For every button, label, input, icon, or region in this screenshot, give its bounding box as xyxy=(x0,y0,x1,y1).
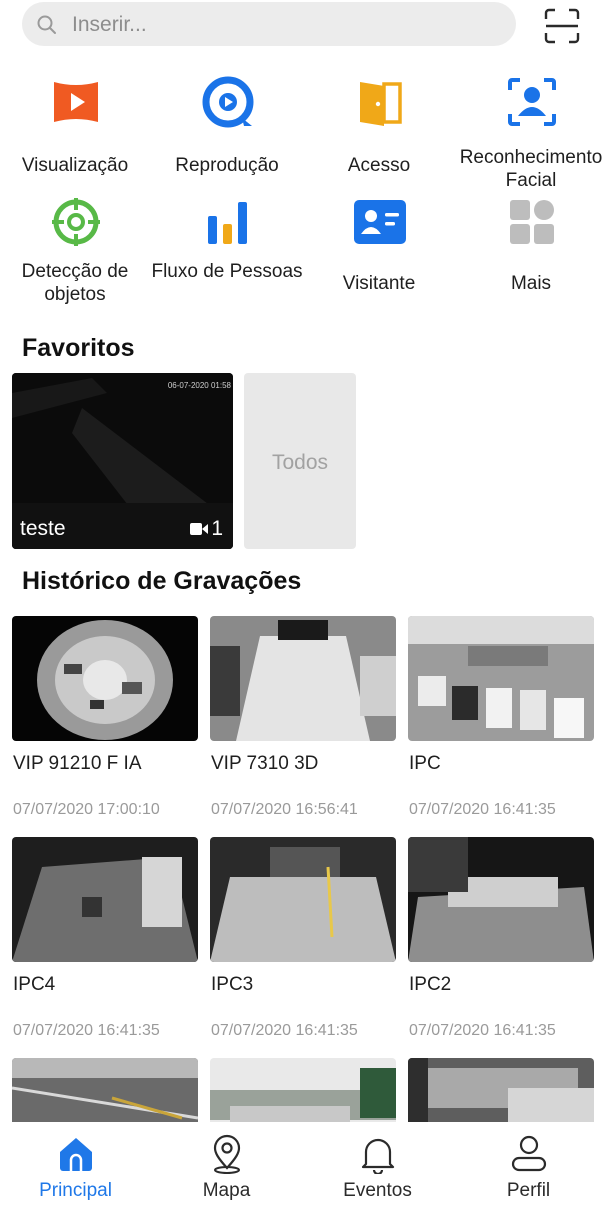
shortcut-label: Reconhecimento Facial xyxy=(459,147,603,191)
shortcut-mais[interactable]: Mais xyxy=(456,196,606,306)
shortcut-visualizacao[interactable]: Visualização xyxy=(0,76,150,186)
recording-thumbnail xyxy=(12,1058,198,1122)
shortcut-label: Mais xyxy=(510,273,552,294)
search-row xyxy=(0,0,606,52)
visitor-card-icon xyxy=(354,200,406,244)
recording-title: IPC3 xyxy=(211,974,254,995)
tab-label: Eventos xyxy=(343,1180,412,1201)
tab-label: Perfil xyxy=(506,1180,551,1201)
recording-item[interactable]: VIP 91210 F IA 07/07/2020 17:00:10 xyxy=(12,616,198,826)
recording-thumbnail xyxy=(408,837,594,962)
shortcut-deteccao[interactable]: Detecção de objetos xyxy=(0,196,150,306)
recording-thumbnail xyxy=(12,837,198,962)
recording-date: 07/07/2020 17:00:10 xyxy=(13,801,160,818)
video-camera-icon xyxy=(190,523,209,536)
recording-item[interactable]: VIP 7310 3D 07/07/2020 16:56:41 xyxy=(210,616,396,826)
search-bar[interactable] xyxy=(22,2,516,48)
tab-label: Mapa xyxy=(202,1180,251,1201)
door-access-icon xyxy=(360,82,402,126)
recording-thumbnail xyxy=(12,616,198,741)
favorites-all-label: Todos xyxy=(271,451,329,474)
shortcut-label: Fluxo de Pessoas xyxy=(151,261,303,282)
favorites-title: Favoritos xyxy=(22,334,135,362)
shortcut-label: Visitante xyxy=(342,273,416,294)
recording-thumbnail xyxy=(408,1058,594,1122)
recording-title: VIP 7310 3D xyxy=(211,753,319,774)
recording-date: 07/07/2020 16:41:35 xyxy=(211,1022,358,1039)
shortcut-label: Acesso xyxy=(347,155,411,176)
bottom-tab-bar: Principal Mapa Eventos Perfil xyxy=(0,1122,606,1212)
playback-icon xyxy=(202,76,254,128)
shortcut-label: Reprodução xyxy=(175,155,279,176)
tab-eventos[interactable]: Eventos xyxy=(302,1122,453,1212)
recording-title: IPC xyxy=(409,753,441,774)
shortcut-reproducao[interactable]: Reprodução xyxy=(152,76,302,186)
recording-item[interactable] xyxy=(210,1058,396,1122)
shortcut-visitante[interactable]: Visitante xyxy=(304,196,454,306)
person-icon xyxy=(511,1135,547,1172)
face-recognition-icon xyxy=(508,78,556,126)
people-flow-icon xyxy=(208,202,247,244)
shortcut-label: Visualização xyxy=(21,155,129,176)
recording-item[interactable]: IPC 07/07/2020 16:41:35 xyxy=(408,616,594,826)
recording-date: 07/07/2020 16:41:35 xyxy=(409,801,556,818)
recording-title: VIP 91210 F IA xyxy=(13,753,142,774)
camera-count: 1 xyxy=(190,517,223,541)
tab-label: Principal xyxy=(39,1180,112,1201)
recording-title: IPC4 xyxy=(13,974,56,995)
bell-icon xyxy=(361,1138,395,1174)
search-input[interactable] xyxy=(70,2,504,48)
scan-qr-icon[interactable] xyxy=(544,8,580,44)
recording-thumbnail xyxy=(210,837,396,962)
live-view-icon xyxy=(54,82,98,122)
shortcut-acesso[interactable]: Acesso xyxy=(304,76,454,186)
recording-thumbnail xyxy=(408,616,594,741)
recording-date: 07/07/2020 16:41:35 xyxy=(409,1022,556,1039)
recording-item[interactable]: IPC2 07/07/2020 16:41:35 xyxy=(408,837,594,1047)
shortcut-label: Detecção de objetos xyxy=(21,261,129,305)
recording-item[interactable] xyxy=(12,1058,198,1122)
object-detection-icon xyxy=(52,198,100,246)
timestamp-overlay: 06-07-2020 01:58 xyxy=(167,381,231,390)
tab-principal[interactable]: Principal xyxy=(0,1122,151,1212)
recording-date: 07/07/2020 16:56:41 xyxy=(211,801,358,818)
search-icon xyxy=(37,15,56,34)
recording-item[interactable] xyxy=(408,1058,594,1122)
more-grid-icon xyxy=(510,200,554,244)
home-icon xyxy=(60,1138,92,1171)
history-title: Histórico de Gravações xyxy=(22,567,302,595)
recording-thumbnail xyxy=(210,616,396,741)
favorite-card[interactable]: 06-07-2020 01:58 teste 1 xyxy=(12,373,233,549)
shortcut-fluxo[interactable]: Fluxo de Pessoas xyxy=(151,196,303,306)
tab-mapa[interactable]: Mapa xyxy=(151,1122,302,1212)
recording-date: 07/07/2020 16:41:35 xyxy=(13,1022,160,1039)
recording-item[interactable]: IPC4 07/07/2020 16:41:35 xyxy=(12,837,198,1047)
recording-title: IPC2 xyxy=(409,974,452,995)
recording-thumbnail xyxy=(210,1058,396,1122)
favorite-name: teste xyxy=(20,517,66,540)
recording-item[interactable]: IPC3 07/07/2020 16:41:35 xyxy=(210,837,396,1047)
favorites-all-button[interactable]: Todos xyxy=(244,373,356,549)
camera-count-value: 1 xyxy=(211,517,223,540)
map-pin-icon xyxy=(213,1134,241,1174)
tab-perfil[interactable]: Perfil xyxy=(453,1122,604,1212)
shortcut-reconhecimento[interactable]: Reconhecimento Facial xyxy=(456,76,606,191)
